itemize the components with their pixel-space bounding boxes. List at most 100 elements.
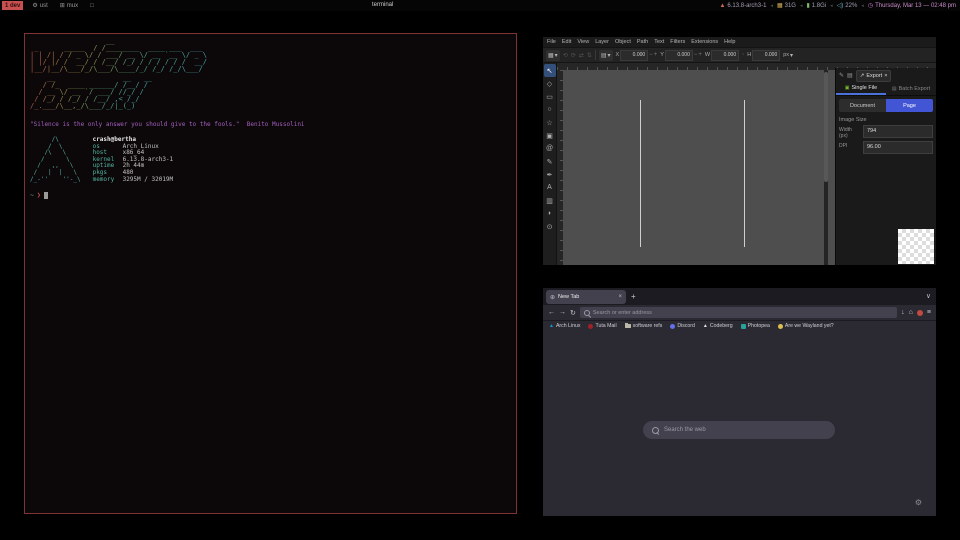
selection-mode-dropdown[interactable]: ▦ ▾	[546, 50, 560, 61]
ellipse-tool-icon[interactable]: ○	[544, 103, 556, 116]
box3d-tool-icon[interactable]: ▣	[544, 129, 556, 142]
rotate-ccw-icon[interactable]: ⟲	[563, 52, 568, 59]
increment-icon[interactable]: +	[654, 52, 658, 58]
x-label: X	[616, 52, 620, 58]
bookmark-label: Are we Wayland yet?	[785, 323, 834, 329]
spiral-tool-icon[interactable]: @	[544, 142, 556, 155]
menu-file[interactable]: File	[547, 39, 556, 45]
h-value[interactable]: 0.000	[752, 50, 780, 61]
terminal-multiplexer-icon: ⊞	[60, 2, 65, 9]
rect-tool-icon[interactable]: ▭	[544, 90, 556, 103]
width-field[interactable]: W 0.000	[705, 50, 739, 61]
bookmark-label: software refs	[633, 323, 663, 329]
align-dropdown[interactable]: ▤ ▾	[599, 50, 613, 61]
clock-module: ◷ Thursday, Mar 13 — 02:48 pm	[868, 2, 956, 9]
menu-icon[interactable]: ≡	[927, 309, 931, 316]
scrollbar-thumb[interactable]	[824, 72, 828, 182]
lock-ratio-icon[interactable]: ▫	[742, 52, 744, 58]
extension-badge-icon[interactable]	[917, 310, 923, 316]
toolbar-separator	[595, 50, 596, 60]
menu-help[interactable]: Help	[724, 39, 735, 45]
tab-batch-export[interactable]: ▤ Batch Export	[886, 82, 936, 95]
workspace-tag-mux[interactable]: ⊞ mux	[57, 1, 81, 10]
kernel-module: ▲ 6.13.8-arch3-1	[719, 3, 766, 9]
bookmark-photopea[interactable]: Photopea	[741, 323, 770, 329]
close-tab-icon[interactable]: ×	[618, 294, 622, 300]
workspace-tag-dev[interactable]: 1 dev	[2, 1, 23, 10]
canvas-scrollbar[interactable]	[824, 70, 828, 265]
workspace-tag-ust[interactable]: ⚙ ust	[29, 1, 50, 10]
menu-edit[interactable]: Edit	[562, 39, 571, 45]
flip-vertical-icon[interactable]: ⇅	[587, 52, 592, 59]
bookmark-discord[interactable]: Discord	[670, 323, 695, 329]
menu-object[interactable]: Object	[615, 39, 631, 45]
increment-icon[interactable]: +	[698, 52, 702, 58]
pencil-tool-icon[interactable]: ✎	[544, 155, 556, 168]
menu-text[interactable]: Text	[654, 39, 664, 45]
memory-module: ▮ 1.8Gi	[806, 2, 826, 9]
grid-icon: ▦	[548, 52, 554, 59]
tab-single-file[interactable]: ▣ Single File	[836, 82, 886, 95]
forward-icon[interactable]: →	[559, 309, 566, 316]
bookmark-tuta-mail[interactable]: Tuta Mail	[588, 323, 616, 329]
terminal-window[interactable]: __ _ _____ / /________ ____ ___ ___ | | …	[24, 33, 517, 514]
w-value[interactable]: 0.000	[711, 50, 739, 61]
width-input[interactable]: 794	[863, 125, 933, 138]
personalize-gear-icon[interactable]: ⚙	[915, 498, 922, 507]
zoom-tool-icon[interactable]: ⊙	[544, 220, 556, 233]
dropper-tool-icon[interactable]: ◗	[544, 207, 556, 220]
new-tab-button[interactable]: +	[631, 292, 636, 301]
gradient-tool-icon[interactable]: ▥	[544, 194, 556, 207]
x-value[interactable]: 0.000	[620, 50, 648, 61]
reload-icon[interactable]: ↻	[570, 309, 576, 317]
photopea-icon	[741, 324, 746, 329]
pencil-icon[interactable]: ✎	[839, 72, 844, 79]
document-button[interactable]: Document	[839, 99, 886, 112]
menu-extensions[interactable]: Extensions	[691, 39, 718, 45]
page-button[interactable]: Page	[886, 99, 933, 112]
bookmark-software-refs[interactable]: software refs	[625, 323, 663, 329]
star-tool-icon[interactable]: ☆	[544, 116, 556, 129]
bookmark-codeberg[interactable]: ▲ Codeberg	[703, 323, 733, 329]
bookmark-arch-linux[interactable]: ▲ Arch Linux	[549, 323, 580, 329]
url-bar[interactable]: Search or enter address	[580, 307, 897, 318]
inkscape-window: File Edit View Layer Object Path Text Fi…	[543, 37, 936, 265]
menu-view[interactable]: View	[577, 39, 589, 45]
fetch-info: crash@bertha osArch Linux hostx86_64 ker…	[93, 137, 174, 183]
menu-bar: File Edit View Layer Object Path Text Fi…	[543, 37, 940, 47]
flip-horizontal-icon[interactable]: ⇄	[579, 52, 584, 59]
bookmark-are-we-wayland-yet[interactable]: Are we Wayland yet?	[778, 323, 834, 329]
shell-prompt[interactable]: ~ ❯	[30, 191, 511, 199]
selector-tool-icon[interactable]: ↖	[544, 64, 556, 77]
decrement-icon[interactable]: −	[649, 52, 653, 58]
close-icon[interactable]: ×	[884, 73, 887, 79]
menu-layer[interactable]: Layer	[595, 39, 609, 45]
unit-dropdown[interactable]: px ▾	[783, 52, 793, 59]
download-icon[interactable]: ↓	[901, 309, 905, 316]
dpi-input[interactable]: 96.00	[863, 141, 933, 154]
quote-line: "Silence is the only answer you should g…	[30, 121, 511, 128]
text-tool-icon[interactable]: A	[544, 181, 556, 194]
page-border-line	[640, 100, 641, 247]
decrement-icon[interactable]: −	[694, 52, 698, 58]
pen-tool-icon[interactable]: ✒	[544, 168, 556, 181]
menu-path[interactable]: Path	[637, 39, 648, 45]
ascii-art-welcome: __ _ _____ / /________ ____ ___ ___ | | …	[30, 38, 207, 73]
web-search-field[interactable]: Search the web	[643, 421, 835, 439]
layers-icon[interactable]: ▤	[847, 72, 853, 79]
workspace-tag-empty[interactable]: □	[87, 1, 97, 10]
y-coordinate-field[interactable]: Y 0.000 − +	[660, 50, 702, 61]
y-value[interactable]: 0.000	[665, 50, 693, 61]
home-icon[interactable]: ⌂	[909, 309, 913, 316]
height-field[interactable]: H 0.000	[747, 50, 780, 61]
menu-filters[interactable]: Filters	[670, 39, 685, 45]
list-tabs-icon[interactable]: ∨	[926, 292, 931, 300]
disk-usage: 31G	[785, 3, 796, 9]
rotate-cw-icon[interactable]: ⟳	[571, 52, 576, 59]
workspace-label: mux	[67, 3, 78, 9]
back-icon[interactable]: ←	[548, 309, 555, 316]
node-tool-icon[interactable]: ◇	[544, 77, 556, 90]
x-coordinate-field[interactable]: X 0.000 − +	[616, 50, 658, 61]
export-dialog-tab[interactable]: ↗ Export ×	[856, 70, 892, 82]
active-tab[interactable]: ⊕ New Tab ×	[546, 290, 626, 304]
